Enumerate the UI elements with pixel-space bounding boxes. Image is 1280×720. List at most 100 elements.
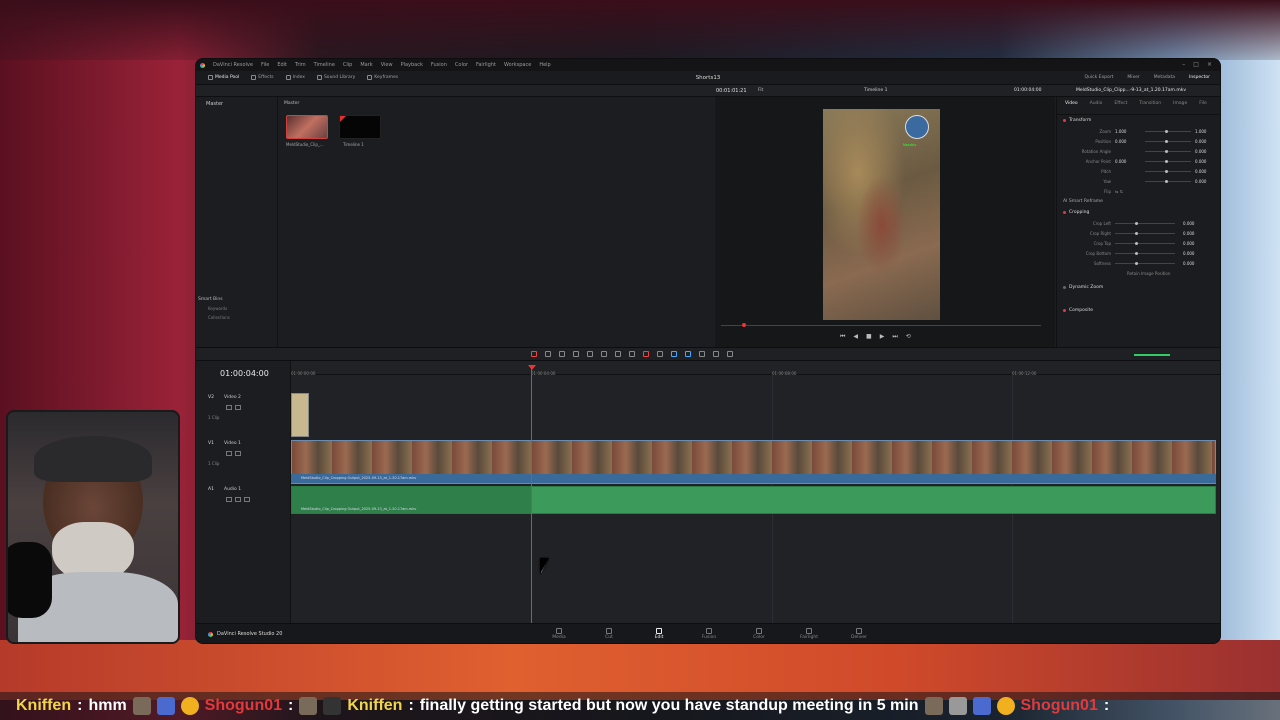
- page-tab-fairlight[interactable]: Fairlight: [800, 628, 818, 640]
- linked-selection-icon[interactable]: [643, 351, 649, 357]
- replace-clip-icon[interactable]: [615, 351, 621, 357]
- volume-meter[interactable]: [1134, 354, 1170, 356]
- param-pitch[interactable]: Pitch 0.000: [1057, 166, 1220, 176]
- menu-timeline[interactable]: Timeline: [314, 62, 335, 68]
- solo-icon[interactable]: [244, 497, 250, 502]
- page-tab-media[interactable]: Media: [551, 628, 567, 640]
- position-lock-icon[interactable]: [657, 351, 663, 357]
- clip-video-2[interactable]: [291, 393, 309, 437]
- overwrite-clip-icon[interactable]: [601, 351, 607, 357]
- index-button[interactable]: Index: [285, 75, 305, 80]
- auto-select-icon[interactable]: [235, 405, 241, 410]
- quick-export-button[interactable]: Quick Export: [1085, 75, 1114, 80]
- auto-select-icon[interactable]: [235, 451, 241, 456]
- cropping-section[interactable]: Cropping: [1057, 207, 1220, 218]
- viewer-scrubber[interactable]: [721, 325, 1041, 326]
- page-tab-color[interactable]: Color: [751, 628, 767, 640]
- media-clip-thumbnail[interactable]: [286, 115, 328, 139]
- menu-clip[interactable]: Clip: [343, 62, 352, 68]
- skip-forward-icon[interactable]: ⏭: [892, 333, 897, 341]
- param-flip[interactable]: Flip ⇆ ⇅: [1057, 186, 1220, 196]
- play-icon[interactable]: ▶: [880, 333, 885, 341]
- crop-left-slider[interactable]: [1115, 221, 1175, 225]
- param-anchor[interactable]: Anchor Point 0.000 0.000: [1057, 156, 1220, 166]
- lock-track-icon[interactable]: [226, 451, 232, 456]
- tab-audio[interactable]: Audio: [1090, 101, 1103, 110]
- snapping-icon[interactable]: [629, 351, 635, 357]
- param-zoom[interactable]: Zoom 1.000 1.000: [1057, 126, 1220, 136]
- lock-track-icon[interactable]: [226, 497, 232, 502]
- menu-trim[interactable]: Trim: [295, 62, 306, 68]
- page-tab-deliver[interactable]: Deliver: [851, 628, 867, 640]
- skip-back-icon[interactable]: ⏮: [840, 333, 845, 341]
- maximize-icon[interactable]: □: [1193, 61, 1199, 68]
- timeline-ruler[interactable]: 01:00:00:00 01:00:04:00 01:00:08:00 01:0…: [291, 361, 1220, 376]
- param-crop-left[interactable]: Crop Left 0.000: [1057, 218, 1220, 228]
- transform-section[interactable]: Transform: [1057, 115, 1220, 126]
- tab-effect[interactable]: Effect: [1114, 101, 1127, 110]
- close-icon[interactable]: ×: [1207, 61, 1212, 68]
- rotation-slider[interactable]: [1145, 149, 1191, 153]
- anchor-slider[interactable]: [1145, 159, 1191, 163]
- tab-video[interactable]: Video: [1065, 101, 1078, 110]
- param-crop-top[interactable]: Crop Top 0.000: [1057, 238, 1220, 248]
- menu-playback[interactable]: Playback: [401, 62, 423, 68]
- mixer-button[interactable]: Mixer: [1127, 75, 1139, 80]
- stop-icon[interactable]: ■: [866, 333, 872, 341]
- menu-file[interactable]: File: [261, 62, 269, 68]
- param-crop-right[interactable]: Crop Right 0.000: [1057, 228, 1220, 238]
- sound-library-button[interactable]: Sound Library: [316, 75, 355, 80]
- zoom-custom-icon[interactable]: [727, 351, 733, 357]
- dynamic-trim-icon[interactable]: [559, 351, 565, 357]
- menu-workspace[interactable]: Workspace: [504, 62, 531, 68]
- param-yaw[interactable]: Yaw 0.000: [1057, 176, 1220, 186]
- param-rotation[interactable]: Rotation Angle 0.000: [1057, 146, 1220, 156]
- param-crop-bottom[interactable]: Crop Bottom 0.000: [1057, 248, 1220, 258]
- crop-bottom-slider[interactable]: [1115, 251, 1175, 255]
- smart-reframe-section[interactable]: AI Smart Reframe: [1057, 196, 1220, 207]
- blade-tool-icon[interactable]: [573, 351, 579, 357]
- page-tab-cut[interactable]: Cut: [601, 628, 617, 640]
- smart-bin-keywords[interactable]: Keywords: [198, 306, 230, 311]
- yaw-slider[interactable]: [1145, 179, 1191, 183]
- position-slider[interactable]: [1145, 139, 1191, 143]
- page-tab-edit[interactable]: Edit: [651, 628, 667, 640]
- viewer-scrub-head[interactable]: [742, 323, 746, 327]
- timeline-tracks[interactable]: 01:00:00:00 01:00:04:00 01:00:08:00 01:0…: [291, 361, 1220, 623]
- metadata-button[interactable]: Metadata: [1154, 75, 1175, 80]
- menu-edit[interactable]: Edit: [277, 62, 287, 68]
- playhead-handle[interactable]: [528, 365, 536, 370]
- mute-icon[interactable]: [235, 497, 241, 502]
- menu-fairlight[interactable]: Fairlight: [476, 62, 496, 68]
- dynamic-zoom-section[interactable]: Dynamic Zoom: [1057, 282, 1220, 293]
- insert-clip-icon[interactable]: [587, 351, 593, 357]
- lock-track-icon[interactable]: [226, 405, 232, 410]
- selection-tool-icon[interactable]: [531, 351, 537, 357]
- loop-icon[interactable]: ⟲: [906, 333, 911, 341]
- playhead[interactable]: [531, 367, 532, 623]
- menu-fusion[interactable]: Fusion: [431, 62, 447, 68]
- timeline-thumbnail[interactable]: [339, 115, 381, 139]
- composite-section[interactable]: Composite: [1057, 305, 1220, 316]
- smart-bin-collections[interactable]: Collections: [198, 315, 230, 320]
- param-position[interactable]: Position 0.000 0.000: [1057, 136, 1220, 146]
- zoom-slider[interactable]: [1145, 129, 1191, 133]
- param-softness[interactable]: Softness 0.000: [1057, 258, 1220, 268]
- inspector-button[interactable]: Inspector: [1189, 75, 1210, 80]
- bin-master[interactable]: Master: [196, 97, 277, 111]
- tab-image[interactable]: Image: [1173, 101, 1187, 110]
- zoom-fit-dropdown[interactable]: Fit: [758, 88, 763, 93]
- flag-icon[interactable]: [671, 351, 677, 357]
- retain-image-position-checkbox[interactable]: Retain Image Position: [1057, 268, 1220, 278]
- trim-tool-icon[interactable]: [545, 351, 551, 357]
- effects-button[interactable]: Effects: [251, 75, 274, 80]
- tab-file[interactable]: File: [1199, 101, 1207, 110]
- flip-vertical-icon[interactable]: ⇅: [1120, 189, 1123, 194]
- menu-mark[interactable]: Mark: [360, 62, 372, 68]
- keyframes-button[interactable]: Keyframes: [367, 75, 398, 80]
- tab-transition[interactable]: Transition: [1139, 101, 1161, 110]
- page-tab-fusion[interactable]: Fusion: [701, 628, 717, 640]
- flip-horizontal-icon[interactable]: ⇆: [1115, 189, 1118, 194]
- zoom-detail-icon[interactable]: [713, 351, 719, 357]
- play-reverse-icon[interactable]: ◀: [853, 333, 858, 341]
